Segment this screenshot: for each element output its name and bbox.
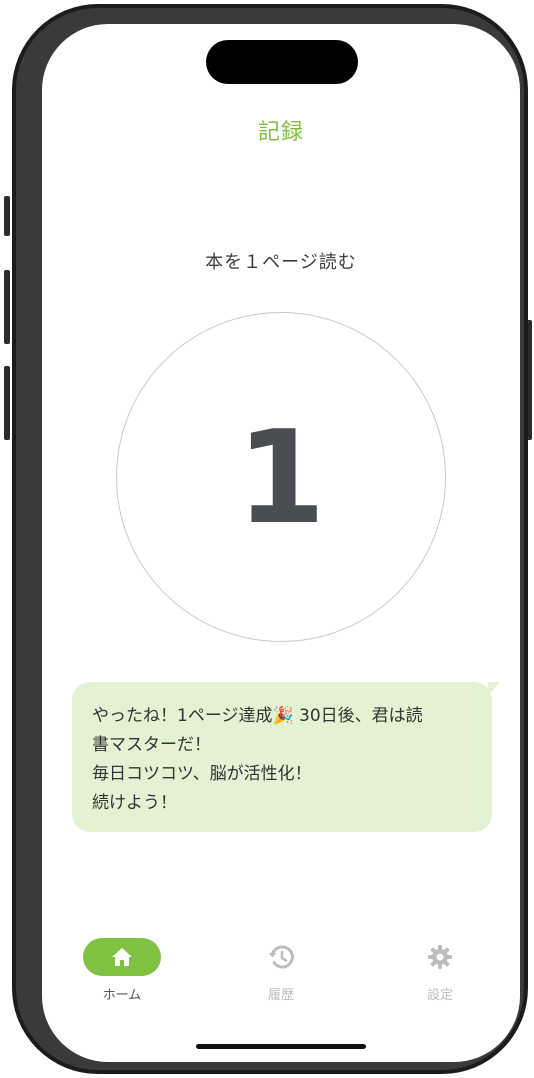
message-line: やったね！1ページ達成🎉 30日後、君は読 (92, 706, 423, 726)
tab-settings-pill (401, 938, 479, 976)
tab-home-pill (83, 938, 161, 976)
tab-settings-label: 設定 (426, 988, 453, 1003)
message-line: 書マスターだ！ (92, 735, 211, 755)
bubble-tail (488, 682, 500, 696)
volume-up-button[interactable] (4, 270, 10, 344)
volume-down-button[interactable] (4, 366, 10, 440)
tab-history-pill (242, 938, 320, 976)
device-frame: 記録 本を１ページ読む 1 やったね！1ページ達成🎉 30日後、君は読 書マスタ… (12, 4, 528, 1074)
history-icon (269, 945, 294, 969)
task-label: 本を１ページ読む (205, 252, 357, 273)
gear-icon (428, 945, 452, 969)
message-line: 続けよう！ (92, 793, 177, 813)
home-indicator[interactable] (196, 1044, 366, 1049)
tab-history-label: 履歴 (267, 988, 294, 1003)
tab-bar: ホーム 履歴 設定 (42, 934, 520, 1014)
dynamic-island (206, 40, 358, 84)
message-bubble: やったね！1ページ達成🎉 30日後、君は読 書マスターだ！ 毎日コツコツ、脳が活… (72, 682, 500, 832)
message-line: 毎日コツコツ、脳が活性化！ (92, 764, 312, 784)
tab-home[interactable]: ホーム (72, 934, 172, 1006)
app-screen: 記録 本を１ページ読む 1 やったね！1ページ達成🎉 30日後、君は読 書マスタ… (42, 24, 520, 1062)
home-icon (112, 948, 132, 966)
tab-settings[interactable]: 設定 (390, 934, 490, 1006)
tab-home-label: ホーム (102, 988, 142, 1003)
tab-history[interactable]: 履歴 (231, 934, 331, 1006)
page-title: 記録 (257, 120, 304, 145)
counter-value: 1 (236, 404, 326, 553)
counter-button[interactable]: 1 (116, 312, 446, 642)
action-button[interactable] (4, 196, 10, 236)
